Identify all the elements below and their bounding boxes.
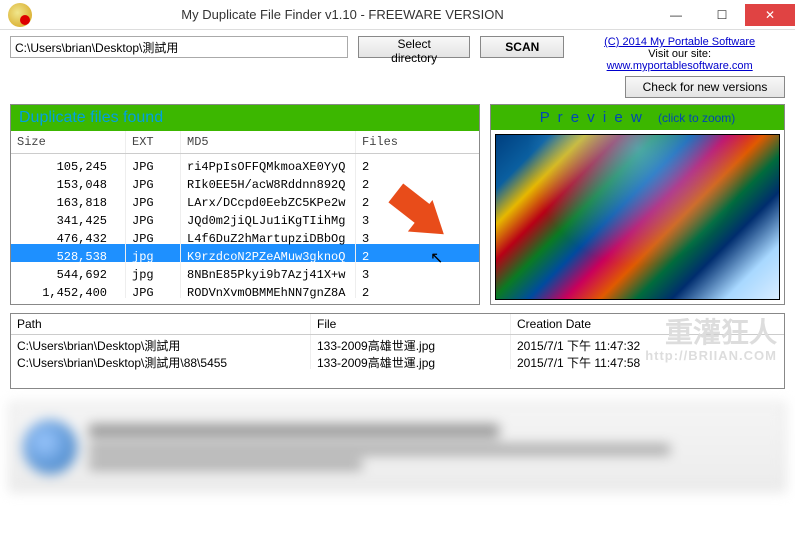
credits: (C) 2014 My Portable Software Visit our … [574,36,785,72]
table-row[interactable]: C:\Users\brian\Desktop\測試用133-2009高雄世運.j… [11,335,784,352]
duplicates-columns: Size EXT MD5 Files [11,131,479,154]
preview-image[interactable] [495,134,780,300]
preview-panel: P r e v i e w (click to zoom) [490,104,785,305]
preview-title: P r e v i e w [540,109,644,126]
visit-prefix: Visit our site: [648,48,711,60]
ad-banner[interactable] [10,403,785,491]
maximize-button[interactable]: ☐ [699,4,745,26]
table-row[interactable]: 341,425JPGJQd0m2jiQLJu1iKgTIihMg3 [11,208,479,226]
col-ext[interactable]: EXT [126,131,181,153]
detail-columns: Path File Creation Date [11,314,784,335]
content-area: Duplicate files found Size EXT MD5 Files… [0,104,795,305]
check-row: Check for new versions [0,76,795,104]
table-row[interactable]: 105,245JPGri4PpIsOFFQMkmoaXE0YyQ2 [11,154,479,172]
col-files[interactable]: Files [356,131,411,153]
ad-text [89,424,772,470]
table-row[interactable]: 153,048JPGRIk0EE5H/acW8Rddnn892Q2 [11,172,479,190]
directory-input[interactable] [10,36,348,58]
preview-zoom-hint: (click to zoom) [658,111,735,125]
site-link[interactable]: www.myportablesoftware.com [607,60,753,72]
minimize-button[interactable]: — [653,4,699,26]
detail-list[interactable]: C:\Users\brian\Desktop\測試用133-2009高雄世運.j… [11,335,784,369]
titlebar: My Duplicate File Finder v1.10 - FREEWAR… [0,0,795,30]
table-row[interactable]: C:\Users\brian\Desktop\測試用\88\5455133-20… [11,352,784,369]
window-title: My Duplicate File Finder v1.10 - FREEWAR… [32,7,653,22]
preview-header: P r e v i e w (click to zoom) [491,105,784,130]
copyright-link[interactable]: (C) 2014 My Portable Software [604,36,755,48]
close-button[interactable]: ✕ [745,4,795,26]
select-directory-button[interactable]: Select directory [358,36,470,58]
check-versions-button[interactable]: Check for new versions [625,76,785,98]
app-icon [8,3,32,27]
col-size[interactable]: Size [11,131,126,153]
table-row[interactable]: 1,452,400JPGRODVnXvmOBMMEhNN7gnZ8A2 [11,280,479,298]
scan-button[interactable]: SCAN [480,36,564,58]
duplicates-list[interactable]: 105,245JPGri4PpIsOFFQMkmoaXE0YyQ2153,048… [11,154,479,304]
window-controls: — ☐ ✕ [653,4,795,26]
table-row[interactable]: 163,818JPGLArx/DCcpd0EebZC5KPe2w2 [11,190,479,208]
dcol-date[interactable]: Creation Date [511,314,784,334]
table-row[interactable]: 544,692jpg8NBnE85Pkyi9b7Azj41X+w3 [11,262,479,280]
col-md5[interactable]: MD5 [181,131,356,153]
ad-icon [23,420,77,474]
dcol-file[interactable]: File [311,314,511,334]
detail-panel: Path File Creation Date C:\Users\brian\D… [10,313,785,389]
table-row[interactable]: 476,432JPGL4f6DuZ2hMartupziDBbOg3 [11,226,479,244]
dcol-path[interactable]: Path [11,314,311,334]
duplicates-panel: Duplicate files found Size EXT MD5 Files… [10,104,480,305]
duplicates-header: Duplicate files found [11,105,479,131]
table-row[interactable]: 528,538jpgK9rzdcoN2PZeAMuw3gknoQ2 [11,244,479,262]
toolbar: Select directory SCAN (C) 2014 My Portab… [0,30,795,76]
